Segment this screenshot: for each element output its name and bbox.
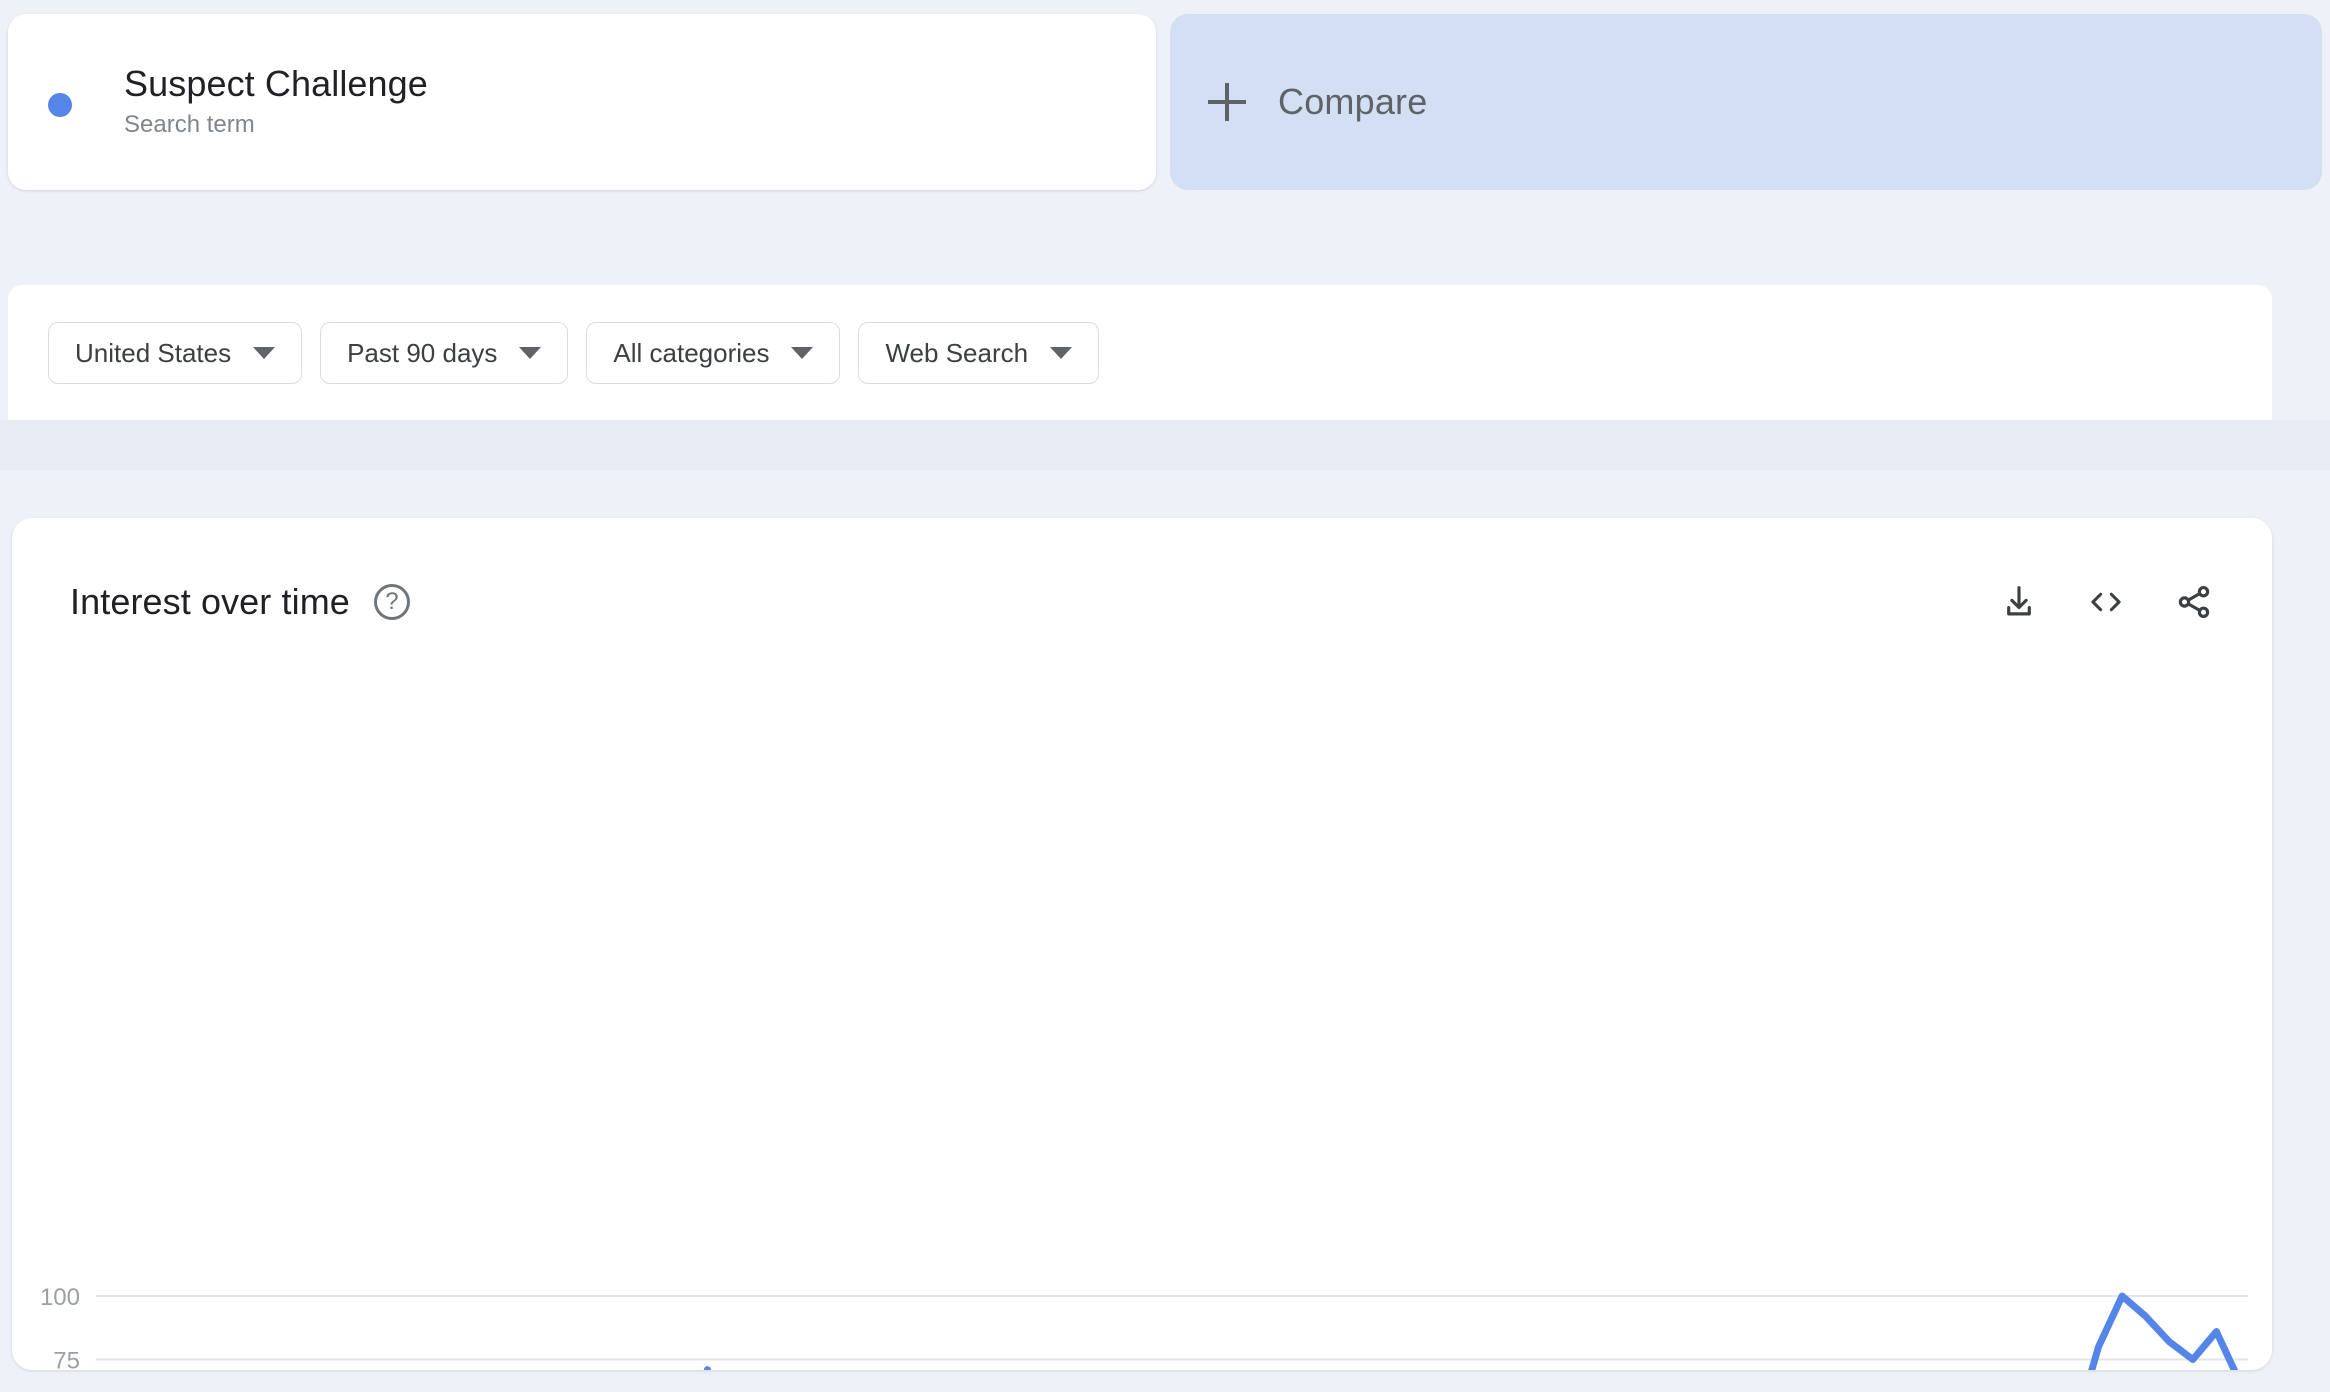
chevron-down-icon bbox=[791, 346, 814, 359]
search-term-row: Suspect Challenge Search term Compare bbox=[0, 14, 2330, 190]
filter-category-label: All categories bbox=[613, 337, 770, 368]
interest-over-time-card: Interest over time ? 75 100 bbox=[12, 518, 2272, 1370]
chevron-down-icon bbox=[1050, 346, 1073, 359]
filter-time-range-label: Past 90 days bbox=[347, 337, 498, 368]
google-trends-page: Suspect Challenge Search term Compare Un… bbox=[0, 0, 2330, 1392]
filter-location-label: United States bbox=[75, 337, 232, 368]
series-color-dot bbox=[48, 93, 72, 117]
filter-location[interactable]: United States bbox=[48, 321, 303, 384]
filter-search-type-label: Web Search bbox=[885, 337, 1029, 368]
chart-svg: 255075100Aug 4Aug 30Sep 25Oct 21 bbox=[40, 1284, 2248, 1371]
filter-search-type[interactable]: Web Search bbox=[858, 321, 1100, 384]
search-term-text: Suspect Challenge Search term bbox=[124, 62, 428, 142]
y-axis-tick-label: 100 bbox=[40, 1284, 80, 1311]
search-term-card[interactable]: Suspect Challenge Search term bbox=[8, 14, 1156, 190]
plus-icon bbox=[1208, 82, 1248, 122]
filter-category[interactable]: All categories bbox=[586, 321, 841, 384]
y-axis-tick-label: 75 bbox=[53, 1348, 80, 1371]
search-term-title: Suspect Challenge bbox=[124, 63, 428, 104]
compare-label: Compare bbox=[1278, 81, 1428, 122]
compare-button[interactable]: Compare bbox=[1170, 14, 2322, 190]
search-term-subtitle: Search term bbox=[124, 111, 255, 138]
filter-bar: United States Past 90 days All categorie… bbox=[8, 285, 2272, 420]
chevron-down-icon bbox=[253, 346, 276, 359]
background-band bbox=[0, 420, 2330, 470]
chevron-down-icon bbox=[519, 346, 542, 359]
interest-over-time-plot[interactable]: 255075100Aug 4Aug 30Sep 25Oct 21 bbox=[12, 518, 2272, 1370]
filter-time-range[interactable]: Past 90 days bbox=[320, 321, 569, 384]
